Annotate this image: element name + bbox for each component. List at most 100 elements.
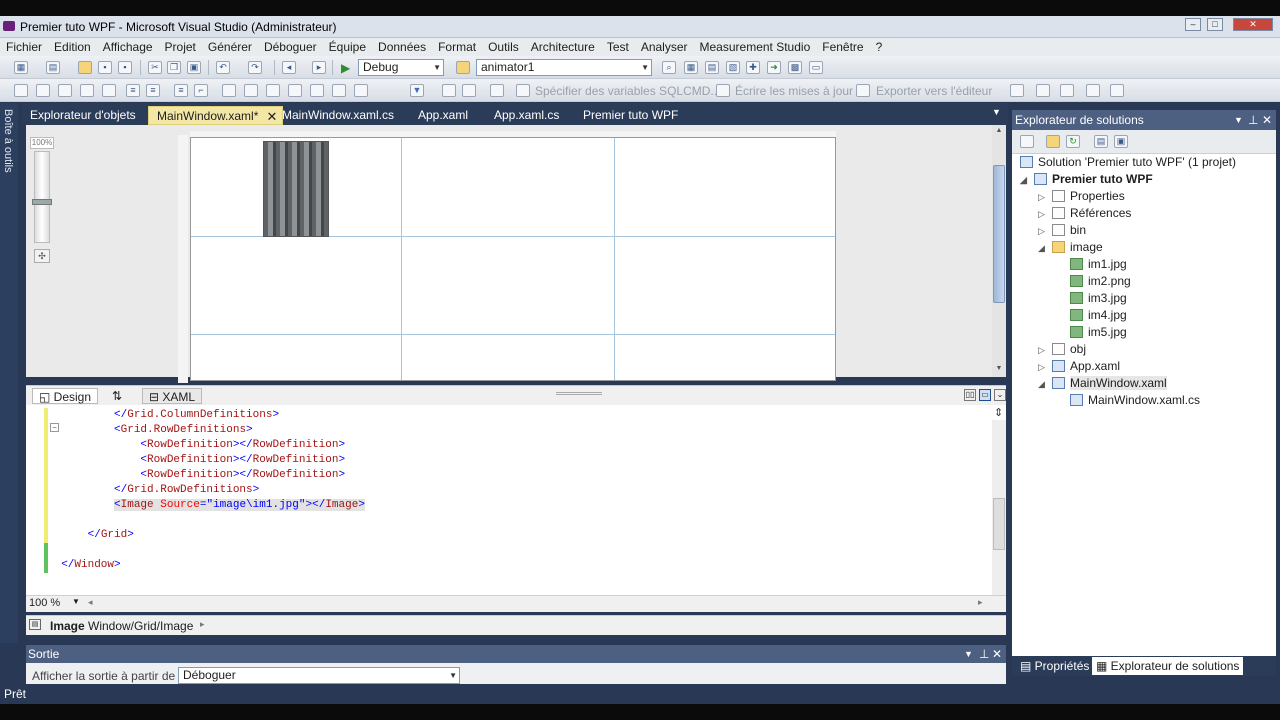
- code-text[interactable]: </Grid.ColumnDefinitions> <Grid.RowDefin…: [48, 408, 365, 573]
- add-item-icon[interactable]: ▤: [46, 61, 60, 74]
- toolbox-panel-tab[interactable]: Boîte à outils: [0, 103, 18, 643]
- menu-outils[interactable]: Outils: [482, 38, 525, 54]
- xaml-designer-surface[interactable]: 100% ✣ ▲ ▼: [26, 125, 1006, 383]
- grid-column-divider[interactable]: [401, 138, 402, 380]
- new-project-icon[interactable]: ▦: [14, 61, 28, 74]
- vertical-split-icon[interactable]: ▯▯: [964, 389, 976, 401]
- menu-test[interactable]: Test: [601, 38, 635, 54]
- align-centers-icon[interactable]: [80, 84, 94, 97]
- expand-arrow-icon[interactable]: ▷: [1038, 189, 1052, 206]
- write-updates-button[interactable]: Écrire les mises à jour: [735, 84, 853, 98]
- pin-icon[interactable]: ⊥: [1248, 110, 1258, 130]
- expand-arrow-icon[interactable]: ▷: [1038, 342, 1052, 359]
- collapse-pane-icon[interactable]: ⌄: [994, 389, 1006, 401]
- view-code-icon[interactable]: ▤: [1094, 135, 1108, 148]
- stop-icon[interactable]: [1036, 84, 1050, 97]
- splitter-grip[interactable]: [556, 392, 602, 395]
- find-combo[interactable]: animator1 ▼: [476, 59, 652, 76]
- scroll-up-icon[interactable]: ▲: [994, 127, 1004, 137]
- zoom-track[interactable]: [34, 151, 50, 243]
- increase-indent-icon[interactable]: ≡: [146, 84, 160, 97]
- redo-icon[interactable]: ↷: [248, 61, 262, 74]
- object-browser-icon[interactable]: ▧: [726, 61, 740, 74]
- tree-item-properties[interactable]: ▷ Properties: [1020, 188, 1274, 205]
- collapse-arrow-icon[interactable]: ◢: [1038, 240, 1052, 257]
- image-element-preview[interactable]: [263, 141, 329, 237]
- zoom-thumb[interactable]: [32, 199, 52, 205]
- tree-item-im3[interactable]: im3.jpg: [1020, 290, 1274, 307]
- tab-premier-tuto-wpf[interactable]: Premier tuto WPF: [575, 106, 686, 125]
- expand-arrow-icon[interactable]: ▷: [1038, 206, 1052, 223]
- zoom-slider[interactable]: 100% ✣: [30, 137, 54, 267]
- show-all-files-icon[interactable]: [1046, 135, 1060, 148]
- tab-design[interactable]: ◱ Design: [32, 388, 99, 404]
- tab-mainwindow-xaml-cs[interactable]: MainWindow.xaml.cs: [274, 106, 402, 125]
- scroll-thumb[interactable]: [993, 165, 1005, 303]
- align-rights-icon[interactable]: [102, 84, 116, 97]
- align-grid-icon[interactable]: [36, 84, 50, 97]
- panel-menu-icon[interactable]: ▼: [964, 645, 973, 663]
- save-icon[interactable]: ▪: [98, 61, 112, 74]
- maximize-button[interactable]: □: [1207, 18, 1223, 31]
- decrease-indent-icon[interactable]: ≡: [126, 84, 140, 97]
- find-icon[interactable]: ⌕: [662, 61, 676, 74]
- bookmark-list-icon[interactable]: [354, 84, 368, 97]
- code-scroll-thumb[interactable]: [993, 498, 1005, 550]
- compare-settings-icon[interactable]: [1060, 84, 1074, 97]
- window-canvas[interactable]: [190, 137, 836, 381]
- tree-item-im2[interactable]: im2.png: [1020, 273, 1274, 290]
- code-zoom-value[interactable]: 100 %: [29, 597, 60, 609]
- bookmark-icon[interactable]: [222, 84, 236, 97]
- panel-menu-icon[interactable]: ▼: [1234, 110, 1243, 130]
- row-ruler[interactable]: [178, 135, 188, 383]
- tree-item-mainwindow-xaml[interactable]: ◢ MainWindow.xaml: [1020, 375, 1274, 392]
- menu-affichage[interactable]: Affichage: [97, 38, 159, 54]
- cut-icon[interactable]: ✂: [148, 61, 162, 74]
- close-panel-icon[interactable]: ✕: [992, 645, 1002, 663]
- grid-row-divider[interactable]: [191, 334, 835, 335]
- solution-configuration-select[interactable]: Debug ▼: [358, 59, 444, 76]
- tree-item-image-folder[interactable]: ◢ image: [1020, 239, 1274, 256]
- element-path[interactable]: Window/Grid/Image: [88, 619, 193, 633]
- tree-item-obj[interactable]: ▷ obj: [1020, 341, 1274, 358]
- sync-icon[interactable]: [490, 84, 504, 97]
- tab-mainwindow-xaml[interactable]: MainWindow.xaml* ✕: [148, 106, 284, 125]
- expand-arrow-icon[interactable]: ▷: [1038, 359, 1052, 376]
- tab-solution-explorer[interactable]: ▦ Explorateur de solutions: [1092, 657, 1244, 675]
- menu-format[interactable]: Format: [432, 38, 482, 54]
- data-compare-icon[interactable]: [462, 84, 476, 97]
- navigate-forward-icon[interactable]: ▸: [312, 61, 326, 74]
- tab-dropdown-icon[interactable]: ▼: [992, 107, 1001, 117]
- fit-to-window-icon[interactable]: ✣: [34, 249, 50, 263]
- designer-vertical-scrollbar[interactable]: ▲ ▼: [992, 125, 1006, 377]
- tab-properties[interactable]: ▤ Propriétés: [1016, 657, 1093, 675]
- command-window-icon[interactable]: ▭: [809, 61, 823, 74]
- align-lefts-icon[interactable]: [58, 84, 72, 97]
- open-folder-icon[interactable]: [78, 61, 92, 74]
- filter-icon[interactable]: ▼: [410, 84, 424, 97]
- bookmark-folder-icon[interactable]: [288, 84, 302, 97]
- toolbox-icon[interactable]: ✚: [746, 61, 760, 74]
- bookmark-prev-icon[interactable]: [244, 84, 258, 97]
- find-in-files-icon[interactable]: [456, 61, 470, 74]
- tree-project[interactable]: ◢ Premier tuto WPF: [1020, 171, 1274, 188]
- tree-item-im5[interactable]: im5.jpg: [1020, 324, 1274, 341]
- close-button[interactable]: ✕: [1233, 18, 1273, 31]
- menu-fichier[interactable]: Fichier: [0, 38, 48, 54]
- swap-panes-button[interactable]: ⇅: [106, 388, 128, 404]
- align-icon[interactable]: [14, 84, 28, 97]
- tab-object-browser[interactable]: Explorateur d'objets: [22, 106, 144, 125]
- scroll-down-icon[interactable]: ▼: [994, 365, 1004, 375]
- document-outline-icon[interactable]: ▤: [29, 619, 41, 630]
- tree-item-im4[interactable]: im4.jpg: [1020, 307, 1274, 324]
- xaml-code-editor[interactable]: − </Grid.ColumnDefinitions> <Grid.RowDef…: [26, 405, 1006, 595]
- scroll-right-icon[interactable]: ▸: [978, 597, 983, 608]
- uncomment-icon[interactable]: ⌐: [194, 84, 208, 97]
- report-icon[interactable]: [1110, 84, 1124, 97]
- menu-architecture[interactable]: Architecture: [525, 38, 601, 54]
- refresh-icon[interactable]: ↻: [1066, 135, 1080, 148]
- properties-icon[interactable]: [1020, 135, 1034, 148]
- tab-app-xaml[interactable]: App.xaml: [410, 106, 476, 125]
- sqlcmd-variables-button[interactable]: Spécifier des variables SQLCMD...: [535, 84, 720, 98]
- tab-app-xaml-cs[interactable]: App.xaml.cs: [486, 106, 567, 125]
